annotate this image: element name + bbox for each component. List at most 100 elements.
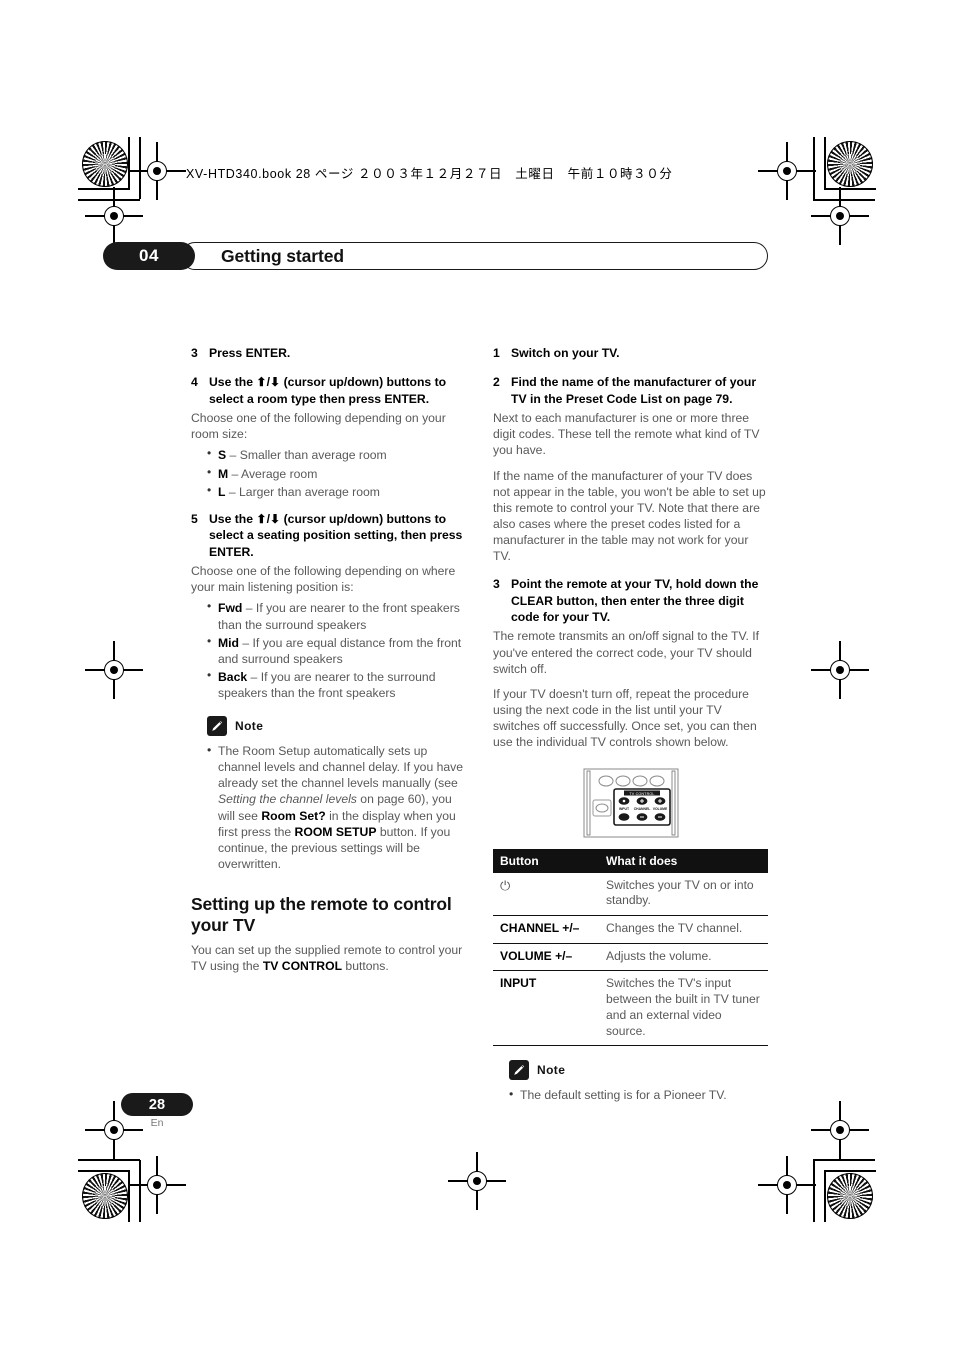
left-column: 3 Press ENTER. 4 Use the ⬆/⬇ (cursor up/do…	[191, 345, 466, 983]
chapter-banner: 04 Getting started	[103, 242, 768, 270]
crop-mark-bl-v	[128, 1170, 130, 1222]
registration-crosshair-bottom-left	[128, 1156, 186, 1214]
crop-mark-tr-h	[824, 188, 876, 190]
note-header-left: Note	[207, 715, 466, 736]
step-4-text: Use the ⬆/⬇ (cursor up/down) buttons to …	[209, 375, 447, 406]
list-item: L – Larger than average room	[207, 483, 466, 500]
step-4-body: Choose one of the following depending on…	[191, 411, 446, 442]
list-item: Back – If you are nearer to the surround…	[207, 668, 466, 701]
step-3: 3 Press ENTER.	[191, 345, 466, 361]
table-cell-button: CHANNEL +/–	[493, 915, 599, 944]
note-text-bold1: Room Set?	[261, 808, 326, 823]
table-row: VOLUME +/– Adjusts the volume.	[493, 943, 768, 972]
bullet-term: Back	[218, 670, 248, 685]
crop-mark-tl-h	[78, 188, 130, 190]
room-size-bullets: S – Smaller than average room M – Averag…	[191, 446, 466, 500]
table-cell-description: Changes the TV channel.	[599, 915, 768, 944]
bullet-desc: – If you are equal distance from the fro…	[218, 635, 462, 666]
step-3-right-text: Point the remote at your TV, hold down t…	[511, 577, 759, 625]
note-text-italic: Setting the channel levels	[218, 792, 357, 807]
right-column: 1 Switch on your TV. 2 Find the name of th…	[493, 345, 768, 1107]
table-header-button: Button	[493, 848, 599, 873]
bullet-desc: – Smaller than average room	[229, 448, 387, 463]
registration-crosshair-mid-right	[811, 641, 869, 699]
table-cell-description: Adjusts the volume.	[599, 943, 768, 972]
section-body-bold: TV CONTROL	[262, 959, 343, 974]
registration-target-bottom-left	[82, 1173, 128, 1219]
table-cell-description: Switches your TV on or into standby.	[599, 872, 768, 916]
print-header-book-line: XV-HTD340.book 28 ページ ２００３年１２月２７日 土曜日 午前…	[186, 167, 673, 181]
svg-text:VOLUME: VOLUME	[652, 807, 667, 811]
crop-mark-tr-v	[824, 137, 826, 189]
bullet-desc: – If you are nearer to the surround spea…	[218, 670, 436, 701]
crop-mark-bl-h	[78, 1170, 130, 1172]
table-header-row: Button What it does	[493, 848, 768, 873]
section-body: You can set up the supplied remote to co…	[191, 942, 466, 974]
registration-crosshair-upper-right	[811, 187, 869, 245]
table-row: CHANNEL +/– Changes the TV channel.	[493, 915, 768, 944]
step-3-right-para-2: If your TV doesn't turn off, repeat the …	[493, 686, 757, 750]
step-5-text: Use the ⬆/⬇ (cursor up/down) buttons to …	[209, 512, 463, 559]
bullet-term: Mid	[218, 635, 239, 650]
registration-target-top-right	[827, 141, 873, 187]
crop-mark-br-v2	[813, 1160, 815, 1222]
list-item: S – Smaller than average room	[207, 446, 466, 463]
bullet-term: S	[218, 448, 227, 463]
step-1: 1 Switch on your TV.	[493, 345, 768, 361]
bullet-desc: – Average room	[231, 466, 318, 481]
power-icon: ⏻	[493, 872, 599, 916]
bullet-term: M	[218, 466, 229, 481]
bullet-desc: – If you are nearer to the front speaker…	[218, 601, 460, 632]
note-header-right: Note	[509, 1060, 768, 1081]
crop-mark-bl-h2	[78, 1159, 140, 1161]
step-5-number: 5	[191, 512, 198, 526]
step-2-number: 2	[493, 375, 500, 390]
crop-mark-tr-v2	[813, 137, 815, 199]
note-label: Note	[537, 1063, 566, 1078]
step-1-text: Switch on your TV.	[511, 346, 620, 360]
bullet-desc: – Larger than average room	[228, 484, 380, 499]
table-header-description: What it does	[599, 848, 768, 873]
crop-mark-br-h	[824, 1170, 876, 1172]
step-2: 2 Find the name of the manufacturer of yo…	[493, 374, 768, 407]
page-title: Getting started	[221, 245, 344, 266]
step-3-right-para-1: The remote transmits an on/off signal to…	[493, 629, 760, 676]
step-2-para-1: Next to each manufacturer is one or more…	[493, 411, 760, 458]
list-item: The Room Setup automatically sets up cha…	[207, 742, 466, 873]
registration-crosshair-top-left	[128, 142, 186, 200]
registration-crosshair-lower-right	[811, 1101, 869, 1159]
list-item: The default setting is for a Pioneer TV.	[509, 1086, 768, 1103]
pencil-icon	[207, 715, 227, 736]
tv-control-button-table: Button What it does ⏻ Switches your TV o…	[493, 848, 768, 1047]
crop-mark-br-h2	[813, 1159, 875, 1161]
table-row: ⏻ Switches your TV on or into standby.	[493, 872, 768, 916]
seating-position-bullets: Fwd – If you are nearer to the front spe…	[191, 599, 466, 701]
step-2-para-2: If the name of the manufacturer of your …	[493, 468, 766, 564]
list-item: M – Average room	[207, 465, 466, 482]
table-cell-description: Switches the TV's input between the buil…	[599, 970, 768, 1047]
table-cell-button: VOLUME +/–	[493, 943, 599, 972]
registration-target-bottom-right	[827, 1173, 873, 1219]
registration-crosshair-bottom-center	[448, 1152, 506, 1210]
remote-illustration: TV CONTROL INPUT CHANNEL VOLUME	[493, 767, 768, 841]
section-heading: Setting up the remote to control your TV	[191, 894, 452, 936]
page-number-badge: 28	[121, 1093, 193, 1116]
pencil-icon	[509, 1060, 529, 1081]
step-3-right: 3 Point the remote at your TV, hold down …	[493, 576, 768, 625]
svg-text:TV CONTROL: TV CONTROL	[629, 791, 654, 795]
note-list-right: The default setting is for a Pioneer TV.	[493, 1086, 768, 1103]
table-cell-button: INPUT	[493, 970, 599, 1047]
crop-mark-br-v	[824, 1170, 826, 1222]
crop-mark-tl-v	[128, 137, 130, 189]
step-3-text: Press ENTER.	[209, 346, 291, 360]
note-text-part1: The Room Setup automatically sets up cha…	[218, 743, 464, 791]
registration-crosshair-bottom-right	[758, 1156, 816, 1214]
page-language-code: En	[150, 1117, 164, 1129]
step-4-number: 4	[191, 375, 198, 390]
bullet-term: Fwd	[218, 601, 243, 616]
svg-text:CHANNEL: CHANNEL	[633, 807, 650, 811]
list-item: Fwd – If you are nearer to the front spe…	[207, 599, 466, 632]
note-label: Note	[235, 718, 264, 733]
registration-crosshair-mid-left	[85, 641, 143, 699]
registration-crosshair-upper-left	[85, 187, 143, 245]
